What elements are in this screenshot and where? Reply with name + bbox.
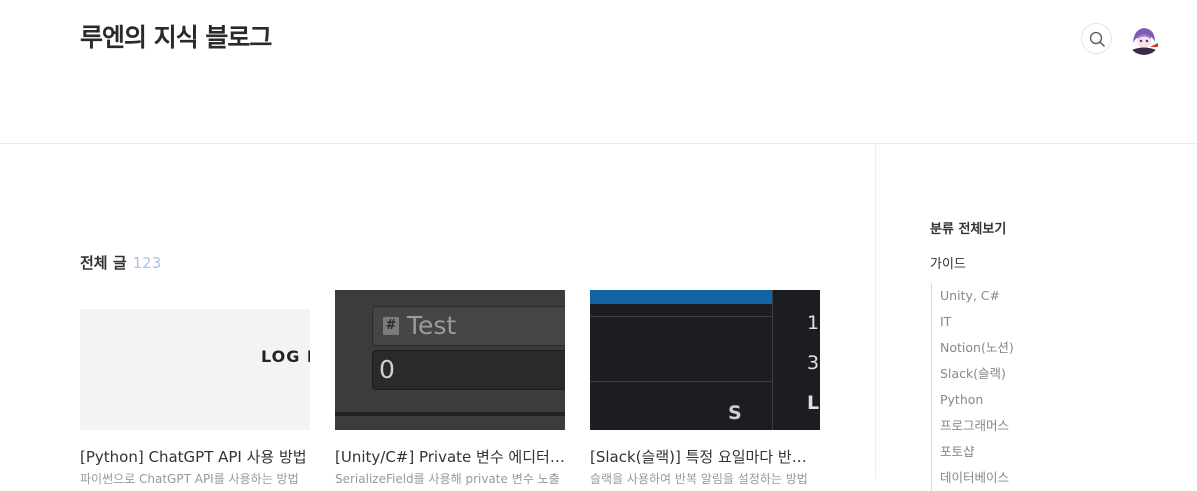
subcategory-it[interactable]: IT bbox=[940, 309, 1014, 335]
slack-column-divider bbox=[772, 290, 773, 430]
post-excerpt: 파이썬으로 ChatGPT API를 사용하는 방법 bbox=[80, 472, 299, 486]
unity-field-row: # Test bbox=[372, 306, 565, 346]
avatar[interactable] bbox=[1128, 23, 1160, 55]
unity-value-field: 0 bbox=[372, 350, 565, 390]
category-all-link[interactable]: 분류 전체보기 bbox=[930, 220, 1014, 240]
post-excerpt: SerializeField를 사용해 private 변수 노출 bbox=[335, 472, 560, 486]
search-icon bbox=[1089, 31, 1105, 47]
unity-field-label: Test bbox=[407, 311, 457, 340]
thumbnail-text: LOG I bbox=[261, 347, 310, 366]
category-sidebar: 분류 전체보기 가이드 Unity, C# IT Notion(노션) Slac… bbox=[930, 220, 1014, 491]
subcategory-python[interactable]: Python bbox=[940, 387, 1014, 413]
slack-selected-bar bbox=[590, 290, 772, 304]
blog-title[interactable]: 루엔의 지식 블로그 bbox=[80, 18, 272, 54]
section-label: 전체 글 bbox=[80, 254, 127, 272]
avatar-image bbox=[1128, 23, 1160, 55]
post-thumbnail[interactable]: LOG I bbox=[80, 309, 310, 430]
post-thumbnail[interactable]: S 1 3 L bbox=[590, 290, 820, 430]
post-title[interactable]: [Slack(슬랙)] 특정 요일마다 반복 알림 설정 bbox=[590, 446, 820, 467]
post-title[interactable]: [Unity/C#] Private 변수 에디터에 표시하기 bbox=[335, 446, 565, 467]
script-icon: # bbox=[383, 317, 399, 335]
subcategory-list: Unity, C# IT Notion(노션) Slack(슬랙) Python… bbox=[931, 283, 1014, 491]
search-button[interactable] bbox=[1081, 23, 1112, 54]
post-excerpt: 슬랙을 사용하여 반복 알림을 설정하는 방법 bbox=[590, 472, 808, 486]
slack-separator bbox=[590, 316, 772, 317]
post-list-heading: 전체 글 123 bbox=[80, 252, 161, 273]
slack-letter: L bbox=[807, 392, 820, 414]
subcategory-unity-csharp[interactable]: Unity, C# bbox=[940, 283, 1014, 309]
subcategory-database[interactable]: 데이터베이스 bbox=[940, 465, 1014, 491]
subcategory-notion[interactable]: Notion(노션) bbox=[940, 335, 1014, 361]
subcategory-programmers[interactable]: 프로그래머스 bbox=[940, 413, 1014, 439]
slack-letter: 3 bbox=[807, 352, 820, 374]
post-title[interactable]: [Python] ChatGPT API 사용 방법 bbox=[80, 446, 310, 467]
unity-field-value: 0 bbox=[379, 355, 395, 384]
subcategory-slack[interactable]: Slack(슬랙) bbox=[940, 361, 1014, 387]
blog-header: 루엔의 지식 블로그 bbox=[0, 0, 1197, 144]
category-guide[interactable]: 가이드 bbox=[930, 255, 1014, 275]
slack-letter: 1 bbox=[807, 312, 820, 334]
unity-panel-bar bbox=[335, 412, 565, 416]
slack-separator bbox=[590, 381, 772, 382]
content-sidebar-divider bbox=[875, 144, 876, 478]
post-thumbnail[interactable]: # Test 0 bbox=[335, 290, 565, 430]
subcategory-photoshop[interactable]: 포토샵 bbox=[940, 439, 1014, 465]
slack-letter: S bbox=[728, 402, 742, 424]
post-count: 123 bbox=[132, 254, 162, 272]
